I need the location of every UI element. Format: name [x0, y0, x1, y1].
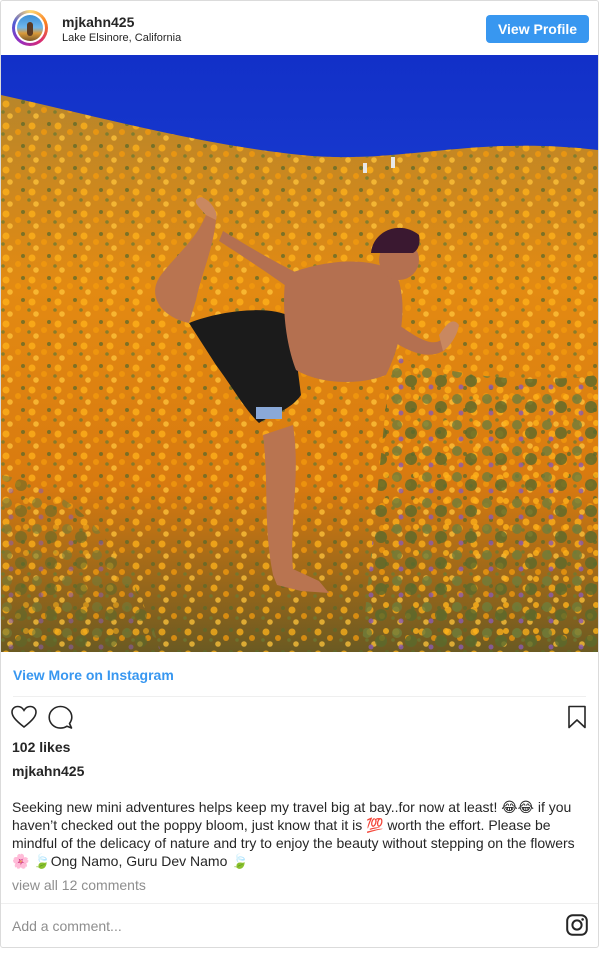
bookmark-icon[interactable]	[567, 705, 587, 729]
post-header: mjkahn425 Lake Elsinore, California View…	[1, 1, 598, 55]
caption-username[interactable]: mjkahn425	[12, 763, 84, 779]
divider	[13, 696, 586, 697]
instagram-logo-icon[interactable]	[566, 914, 588, 936]
view-all-comments-link[interactable]: view all 12 comments	[12, 877, 146, 893]
likes-count[interactable]: 102 likes	[12, 739, 70, 755]
post-caption: Seeking new mini adventures helps keep m…	[12, 799, 575, 869]
comment-bubble-icon[interactable]	[48, 705, 73, 730]
avatar[interactable]	[12, 10, 48, 46]
username-link[interactable]: mjkahn425	[62, 14, 134, 30]
view-profile-button[interactable]: View Profile	[486, 15, 589, 43]
view-more-on-instagram-link[interactable]: View More on Instagram	[13, 667, 174, 683]
avatar-image	[17, 15, 43, 41]
heart-icon[interactable]	[11, 705, 37, 729]
instagram-embed-card: mjkahn425 Lake Elsinore, California View…	[0, 0, 599, 948]
divider	[1, 903, 598, 904]
add-comment-input[interactable]: Add a comment...	[12, 918, 122, 934]
post-photo[interactable]	[1, 55, 598, 652]
location-link[interactable]: Lake Elsinore, California	[62, 32, 181, 44]
